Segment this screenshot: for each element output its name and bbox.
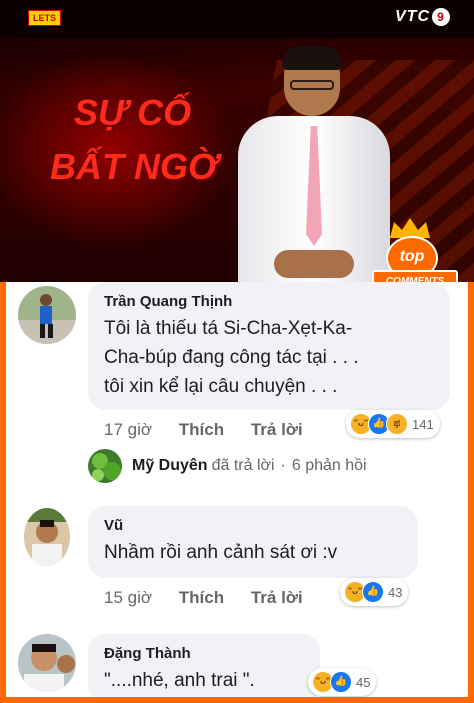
show-title-line1: SỰ CỐ — [74, 92, 192, 133]
comment-text-line1: Tôi là thiếu tá Si-Cha-Xẹt-Ka- — [104, 318, 353, 339]
presenter-hair — [282, 46, 342, 70]
like-button[interactable]: Thích — [179, 420, 224, 439]
comment-bubble[interactable]: Trần Quang Thịnh Tôi là thiếu tá Si-Cha-… — [88, 282, 450, 410]
reaction-count: 141 — [412, 416, 434, 432]
presenter-hands — [274, 250, 354, 278]
crown-icon — [390, 218, 430, 238]
reply-author: Mỹ Duyên — [132, 457, 208, 474]
reaction-count: 45 — [356, 674, 371, 690]
like-icon: 👍 — [362, 581, 384, 603]
comment-author[interactable]: Trần Quang Thịnh — [104, 292, 436, 312]
presenter — [234, 46, 394, 282]
reaction-summary[interactable]: ᵔᴗᵔ 👍 43 — [340, 578, 409, 606]
video-frame[interactable]: LETS VTC 9 SỰ CỐ BẤT NGỜ top COMMENTS — [0, 0, 474, 282]
comment-text-line1: "....nhé, anh trai ". — [104, 670, 255, 691]
sad-icon: ಥ — [386, 413, 408, 435]
channel-number: 9 — [432, 8, 450, 26]
comment-bubble[interactable]: Vũ Nhầm rồi anh cảnh sát ơi :v — [88, 506, 418, 578]
view-replies-link[interactable]: Mỹ Duyên đã trả lời · 6 phản hồi — [88, 449, 367, 483]
reply-action-text: đã trả lời — [211, 457, 275, 474]
avatar-image — [24, 508, 70, 566]
corner-logo: LETS — [28, 10, 62, 26]
comment-time[interactable]: 15 giờ — [104, 588, 152, 607]
comment-text-line2: Cha-búp đang công tác tại . . . — [104, 347, 359, 368]
presenter-glasses — [290, 80, 334, 90]
reply-button[interactable]: Trả lời — [251, 420, 303, 439]
comment-actions: 17 giờ Thích Trả lời — [104, 420, 325, 440]
comment-bubble[interactable]: Đặng Thành "....nhé, anh trai ". — [88, 634, 320, 697]
reply-avatar — [88, 449, 122, 483]
comment-author[interactable]: Vũ — [104, 516, 404, 536]
comment-author[interactable]: Đặng Thành — [104, 644, 306, 664]
reaction-count: 43 — [388, 584, 403, 600]
comment-text-line3: tôi xin kể lại câu chuyện . . . — [104, 376, 338, 397]
like-button[interactable]: Thích — [179, 588, 224, 607]
comments-panel: Trần Quang Thịnh Tôi là thiếu tá Si-Cha-… — [6, 282, 468, 697]
show-title: SỰ CỐ BẤT NGỜ — [50, 86, 230, 194]
reaction-summary[interactable]: ᵔᴗᵔ 👍 ಥ 141 — [346, 410, 440, 438]
avatar[interactable] — [18, 286, 76, 344]
comment-text-line1: Nhầm rồi anh cảnh sát ơi :v — [104, 542, 338, 563]
like-icon: 👍 — [330, 671, 352, 693]
channel-logo-text: VTC — [395, 8, 430, 25]
reply-button[interactable]: Trả lời — [251, 588, 303, 607]
comment-actions: 15 giờ Thích Trả lời — [104, 588, 325, 608]
avatar-image — [18, 634, 76, 692]
channel-logo: VTC 9 — [395, 8, 450, 26]
avatar[interactable] — [18, 634, 76, 692]
top-comments-badge: top COMMENTS — [372, 218, 458, 282]
avatar[interactable] — [24, 508, 70, 566]
show-title-line2: BẤT NGỜ — [50, 146, 219, 187]
reply-avatar-image — [88, 449, 122, 483]
reaction-summary[interactable]: ᵔᴗᵔ 👍 45 — [308, 668, 377, 696]
reply-count: 6 phản hồi — [291, 457, 367, 474]
reply-separator: · — [280, 457, 286, 474]
comment-time[interactable]: 17 giờ — [104, 420, 152, 439]
avatar-image — [18, 286, 76, 344]
badge-ribbon-text: COMMENTS — [372, 270, 458, 282]
